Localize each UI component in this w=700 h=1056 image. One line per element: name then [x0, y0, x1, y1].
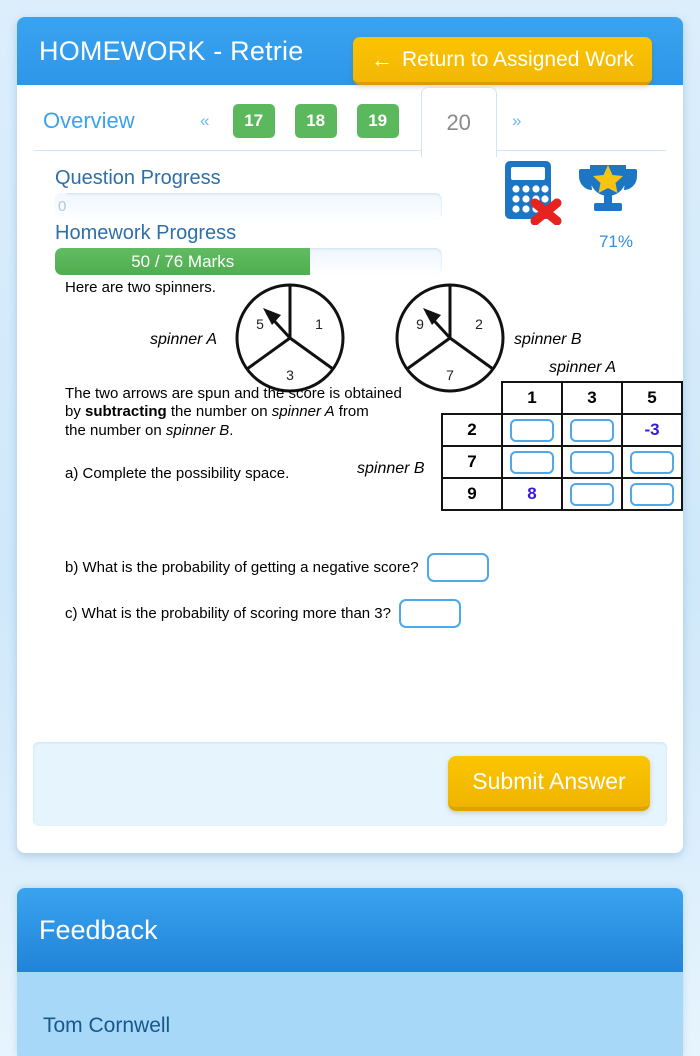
- tab-question-19[interactable]: 19: [356, 104, 399, 138]
- table-input-2-1[interactable]: [510, 418, 554, 442]
- tab-question-17[interactable]: 17: [232, 104, 275, 138]
- no-calculator-icon: [503, 159, 565, 230]
- question-part-a: a) Complete the possibility space.: [65, 465, 290, 482]
- paragraph-line-2-mid: the number on: [166, 403, 272, 421]
- paragraph-line-2-pre: by: [65, 403, 86, 421]
- status-icons: 71%: [503, 159, 639, 252]
- svg-text:2: 2: [475, 316, 483, 332]
- possibility-space-table: 1 3 5 2 -3 7 9 8: [441, 381, 683, 511]
- question-progress-bar: 0: [55, 193, 442, 220]
- table-cell-9-5[interactable]: [621, 477, 683, 511]
- paragraph-ital-spinner-a: spinner A: [271, 403, 335, 421]
- submit-strip: Submit Answer: [33, 742, 667, 826]
- spinner-b-label: spinner B: [514, 331, 582, 348]
- table-row: 7: [441, 445, 683, 479]
- table-cell-9-3[interactable]: [561, 477, 623, 511]
- spinner-a-diagram: 1 3 5: [233, 281, 347, 400]
- table-corner-cell: [442, 382, 502, 414]
- feedback-body: Tom Cornwell: [17, 972, 683, 1038]
- paragraph-line-3-post: .: [229, 421, 234, 439]
- card-header: HOMEWORK - Retrie ← Return to Assigned W…: [17, 17, 683, 85]
- tab-question-20[interactable]: 20: [420, 87, 497, 164]
- question-tabbar: Overview « 17 18 19 20 »: [17, 85, 683, 164]
- trophy-icon: [577, 159, 639, 226]
- table-col-axis-label: spinner A: [549, 359, 616, 376]
- table-cell-2-5: -3: [621, 413, 683, 447]
- table-cell-7-5[interactable]: [621, 445, 683, 479]
- table-row-header-2: 2: [441, 413, 503, 447]
- table-cell-2-1[interactable]: [501, 413, 563, 447]
- table-cell-7-3[interactable]: [561, 445, 623, 479]
- question-part-c: c) What is the probability of scoring mo…: [65, 599, 461, 628]
- table-input-7-1[interactable]: [510, 450, 554, 474]
- paragraph-line-1: The two arrows are spun and the score is…: [65, 385, 402, 402]
- back-arrow-icon: ←: [371, 46, 393, 72]
- svg-text:9: 9: [416, 316, 424, 332]
- table-cell-9-1: 8: [501, 477, 563, 511]
- question-progress-value: 0: [55, 193, 67, 220]
- table-input-2-3[interactable]: [570, 418, 614, 442]
- tab-next-button[interactable]: »: [499, 111, 535, 131]
- paragraph-ital-spinner-b: spinner B: [165, 421, 230, 439]
- svg-text:1: 1: [315, 316, 323, 332]
- progress-section: Question Progress 0 Homework Progress 50…: [17, 157, 683, 275]
- tab-question-18[interactable]: 18: [294, 104, 337, 138]
- table-row-header-9: 9: [441, 477, 503, 511]
- table-input-7-5[interactable]: [630, 450, 674, 474]
- question-part-b-text: b) What is the probability of getting a …: [65, 559, 419, 576]
- question-body: Here are two spinners. spinner A spinner…: [17, 275, 683, 695]
- table-row: 9 8: [441, 477, 683, 511]
- table-cell-2-3[interactable]: [561, 413, 623, 447]
- svg-text:3: 3: [286, 367, 294, 383]
- feedback-title: Feedback: [39, 914, 158, 945]
- feedback-header: Feedback: [17, 888, 683, 972]
- tab-overview[interactable]: Overview: [43, 108, 135, 134]
- score-percent: 71%: [598, 232, 633, 251]
- table-row: 2 -3: [441, 413, 683, 447]
- table-row-axis-label: spinner B: [357, 460, 425, 477]
- table-row-header-7: 7: [441, 445, 503, 479]
- homework-progress-bar: 50 / 76 Marks: [55, 248, 442, 275]
- spinner-a-label: spinner A: [150, 331, 217, 348]
- answer-input-b[interactable]: [426, 553, 489, 582]
- feedback-card: Feedback Tom Cornwell: [17, 888, 683, 1056]
- return-button-label: Return to Assigned Work: [402, 47, 634, 71]
- question-part-b: b) What is the probability of getting a …: [65, 553, 489, 582]
- table-input-9-5[interactable]: [630, 482, 674, 506]
- page-title: HOMEWORK - Retrie: [39, 35, 304, 66]
- return-to-assigned-work-button[interactable]: ← Return to Assigned Work: [353, 37, 652, 85]
- question-intro: Here are two spinners.: [65, 279, 216, 296]
- submit-answer-button[interactable]: Submit Answer: [448, 756, 650, 811]
- table-header-row: 1 3 5: [442, 381, 683, 415]
- table-input-9-3[interactable]: [570, 482, 614, 506]
- question-part-c-text: c) What is the probability of scoring mo…: [65, 605, 391, 622]
- table-col-header-1: 1: [501, 381, 563, 415]
- paragraph-bold-subtracting: subtracting: [85, 403, 167, 421]
- answer-input-c[interactable]: [399, 599, 461, 628]
- question-card: HOMEWORK - Retrie ← Return to Assigned W…: [17, 17, 683, 853]
- table-input-7-3[interactable]: [570, 450, 614, 474]
- question-paragraph: The two arrows are spun and the score is…: [65, 385, 465, 440]
- table-col-header-3: 3: [561, 381, 623, 415]
- tab-prev-button[interactable]: «: [187, 111, 223, 131]
- table-col-header-5: 5: [621, 381, 683, 415]
- table-cell-7-1[interactable]: [501, 445, 563, 479]
- paragraph-line-3-pre: the number on: [65, 421, 166, 439]
- feedback-author-name: Tom Cornwell: [43, 1014, 171, 1037]
- svg-text:5: 5: [256, 316, 264, 332]
- homework-progress-value: 50 / 76 Marks: [55, 248, 311, 275]
- page-root: HOMEWORK - Retrie ← Return to Assigned W…: [0, 0, 700, 1056]
- paragraph-line-2-post: from: [334, 403, 369, 421]
